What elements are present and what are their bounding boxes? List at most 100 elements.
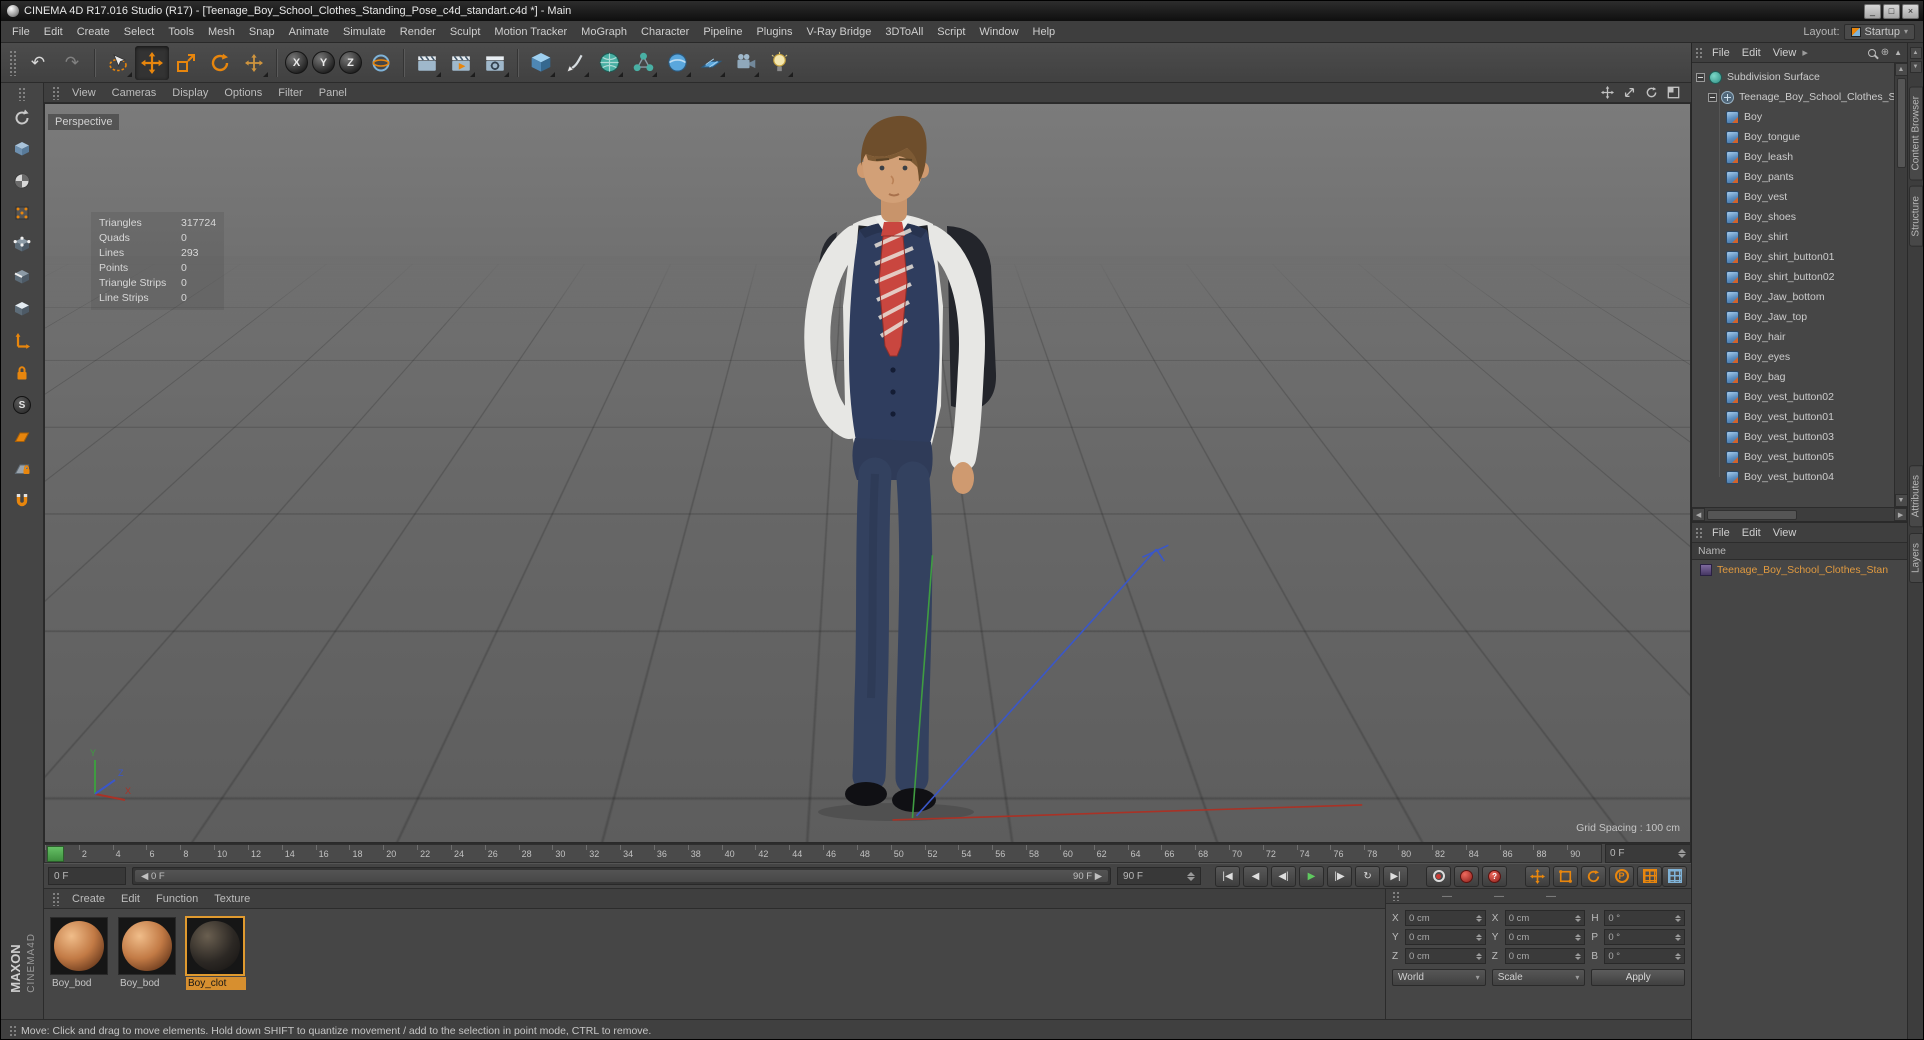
- snap-button[interactable]: S: [4, 389, 40, 421]
- object-name[interactable]: Boy_Jaw_bottom: [1744, 291, 1825, 303]
- strip-scroll-up-icon[interactable]: ▲: [1909, 47, 1922, 59]
- material-name[interactable]: Boy_bod: [50, 977, 110, 990]
- record-pla-button[interactable]: [1637, 865, 1663, 887]
- autokey-button[interactable]: ?: [1482, 865, 1508, 887]
- environment-floor-button[interactable]: [694, 46, 728, 80]
- object-tree-row[interactable]: Boy_shirt_button02: [1692, 267, 1894, 287]
- menu-item[interactable]: Plugins: [749, 23, 799, 41]
- object-tree-row[interactable]: Boy_pants: [1692, 167, 1894, 187]
- mograph-button[interactable]: [626, 46, 660, 80]
- size-mode-select[interactable]: Scale ▾: [1491, 969, 1586, 986]
- record-keyframe-button[interactable]: [1454, 865, 1480, 887]
- object-name[interactable]: Boy_leash: [1744, 151, 1793, 163]
- material-thumbnail[interactable]: [186, 917, 244, 975]
- material-item[interactable]: Boy_bod: [50, 917, 110, 990]
- object-name[interactable]: Boy_Jaw_top: [1744, 311, 1807, 323]
- search-icon[interactable]: [1867, 48, 1876, 57]
- object-type-icon[interactable]: [1726, 290, 1740, 304]
- minimize-button[interactable]: _: [1864, 3, 1881, 19]
- object-tree-row[interactable]: Boy_shirt: [1692, 227, 1894, 247]
- object-manager-menu-item[interactable]: Edit: [1736, 45, 1767, 61]
- light-button[interactable]: [762, 46, 796, 80]
- coordinate-system-button[interactable]: [364, 46, 398, 80]
- material-name[interactable]: Boy_bod: [118, 977, 178, 990]
- object-name[interactable]: Boy_shirt_button01: [1744, 251, 1834, 263]
- object-name[interactable]: Boy_vest_button05: [1744, 451, 1834, 463]
- record-parameter-button[interactable]: P: [1609, 865, 1635, 887]
- menu-item[interactable]: Simulate: [336, 23, 393, 41]
- camera-button[interactable]: [728, 46, 762, 80]
- object-tree-row[interactable]: Boy_Jaw_bottom: [1692, 287, 1894, 307]
- goto-end-button[interactable]: ▶|: [1383, 865, 1409, 887]
- menu-item[interactable]: Pipeline: [696, 23, 749, 41]
- object-tree-row[interactable]: Boy_bag: [1692, 367, 1894, 387]
- material-menu-item[interactable]: Function: [148, 891, 206, 907]
- move-tool-button[interactable]: [135, 45, 169, 80]
- rotation-h-field[interactable]: 0 °: [1604, 910, 1686, 926]
- object-tree-vertical-scrollbar[interactable]: ▲ ▼: [1894, 63, 1908, 507]
- redo-button[interactable]: ↷: [55, 46, 89, 80]
- object-type-icon[interactable]: [1726, 470, 1740, 484]
- viewport-label[interactable]: Perspective: [48, 114, 120, 130]
- object-tree-row[interactable]: Boy_shoes: [1692, 207, 1894, 227]
- object-type-icon[interactable]: [1726, 330, 1740, 344]
- object-name[interactable]: Boy_vest_button03: [1744, 431, 1834, 443]
- menu-overflow-arrow-icon[interactable]: ▸: [1802, 46, 1808, 59]
- material-menu-item[interactable]: Texture: [206, 891, 258, 907]
- uv-mode-button[interactable]: [4, 197, 40, 229]
- object-type-icon[interactable]: [1709, 70, 1723, 84]
- maximize-button[interactable]: □: [1883, 3, 1900, 19]
- object-type-icon[interactable]: [1726, 430, 1740, 444]
- keyframe-settings-button[interactable]: [1662, 865, 1688, 887]
- takes-panel-menu-item[interactable]: Edit: [1736, 525, 1767, 541]
- object-type-icon[interactable]: [1721, 90, 1735, 104]
- texture-mode-button[interactable]: [4, 165, 40, 197]
- close-button[interactable]: ×: [1902, 3, 1919, 19]
- material-thumbnail[interactable]: [50, 917, 108, 975]
- viewport-menu-item[interactable]: View: [64, 85, 104, 101]
- x-axis-lock-button[interactable]: X: [285, 51, 308, 74]
- scale-tool-button[interactable]: [169, 46, 203, 80]
- viewport-canvas[interactable]: Perspective Triangles 317724 Quads 0 Lines…: [44, 103, 1692, 843]
- material-menu-item[interactable]: Create: [64, 891, 113, 907]
- menu-item[interactable]: Create: [70, 23, 117, 41]
- object-tree-row[interactable]: Boy_hair: [1692, 327, 1894, 347]
- object-type-icon[interactable]: [1726, 110, 1740, 124]
- menu-item[interactable]: Motion Tracker: [487, 23, 574, 41]
- preview-range-slider[interactable]: ◀ 0 F 90 F ▶: [132, 867, 1112, 885]
- object-tree-row[interactable]: Teenage_Boy_School_Clothes_Sta: [1692, 87, 1894, 107]
- menu-item[interactable]: Animate: [282, 23, 336, 41]
- object-type-icon[interactable]: [1726, 310, 1740, 324]
- material-thumbnail[interactable]: [118, 917, 176, 975]
- object-tree-row[interactable]: Boy_leash: [1692, 147, 1894, 167]
- loop-button[interactable]: ↻: [1355, 865, 1381, 887]
- object-name[interactable]: Boy_tongue: [1744, 131, 1800, 143]
- object-type-icon[interactable]: [1726, 170, 1740, 184]
- record-position-button[interactable]: [1525, 865, 1551, 887]
- object-name[interactable]: Boy_vest_button02: [1744, 391, 1834, 403]
- rotation-p-field[interactable]: 0 °: [1604, 929, 1686, 945]
- next-frame-button[interactable]: |▶: [1327, 865, 1353, 887]
- menu-item[interactable]: Sculpt: [443, 23, 488, 41]
- object-tree-row[interactable]: Boy_vest: [1692, 187, 1894, 207]
- object-type-icon[interactable]: [1726, 210, 1740, 224]
- side-tab-upper[interactable]: Structure: [1908, 186, 1923, 248]
- expander-icon[interactable]: [1696, 72, 1706, 82]
- menu-item[interactable]: 3DToAll: [878, 23, 930, 41]
- filter-icon[interactable]: ⊕: [1881, 47, 1889, 58]
- record-scale-button[interactable]: [1553, 865, 1579, 887]
- object-name[interactable]: Teenage_Boy_School_Clothes_Sta: [1739, 91, 1894, 103]
- viewport-toggle-button[interactable]: [1665, 85, 1681, 101]
- object-tree-horizontal-scrollbar[interactable]: ◀ ▶: [1692, 507, 1908, 521]
- object-name[interactable]: Boy_bag: [1744, 371, 1785, 383]
- y-axis-lock-button[interactable]: Y: [312, 51, 335, 74]
- viewport-menu-handle[interactable]: [52, 85, 60, 100]
- spline-pen-button[interactable]: [558, 46, 592, 80]
- goto-start-button[interactable]: |◀: [1215, 865, 1241, 887]
- menu-item[interactable]: Tools: [161, 23, 201, 41]
- viewport-menu-item[interactable]: Panel: [311, 85, 355, 101]
- object-tree-row[interactable]: Boy_vest_button05: [1692, 447, 1894, 467]
- points-mode-button[interactable]: [4, 229, 40, 261]
- takes-panel-menu-item[interactable]: View: [1767, 525, 1803, 541]
- object-tree-row[interactable]: Boy_vest_button03: [1692, 427, 1894, 447]
